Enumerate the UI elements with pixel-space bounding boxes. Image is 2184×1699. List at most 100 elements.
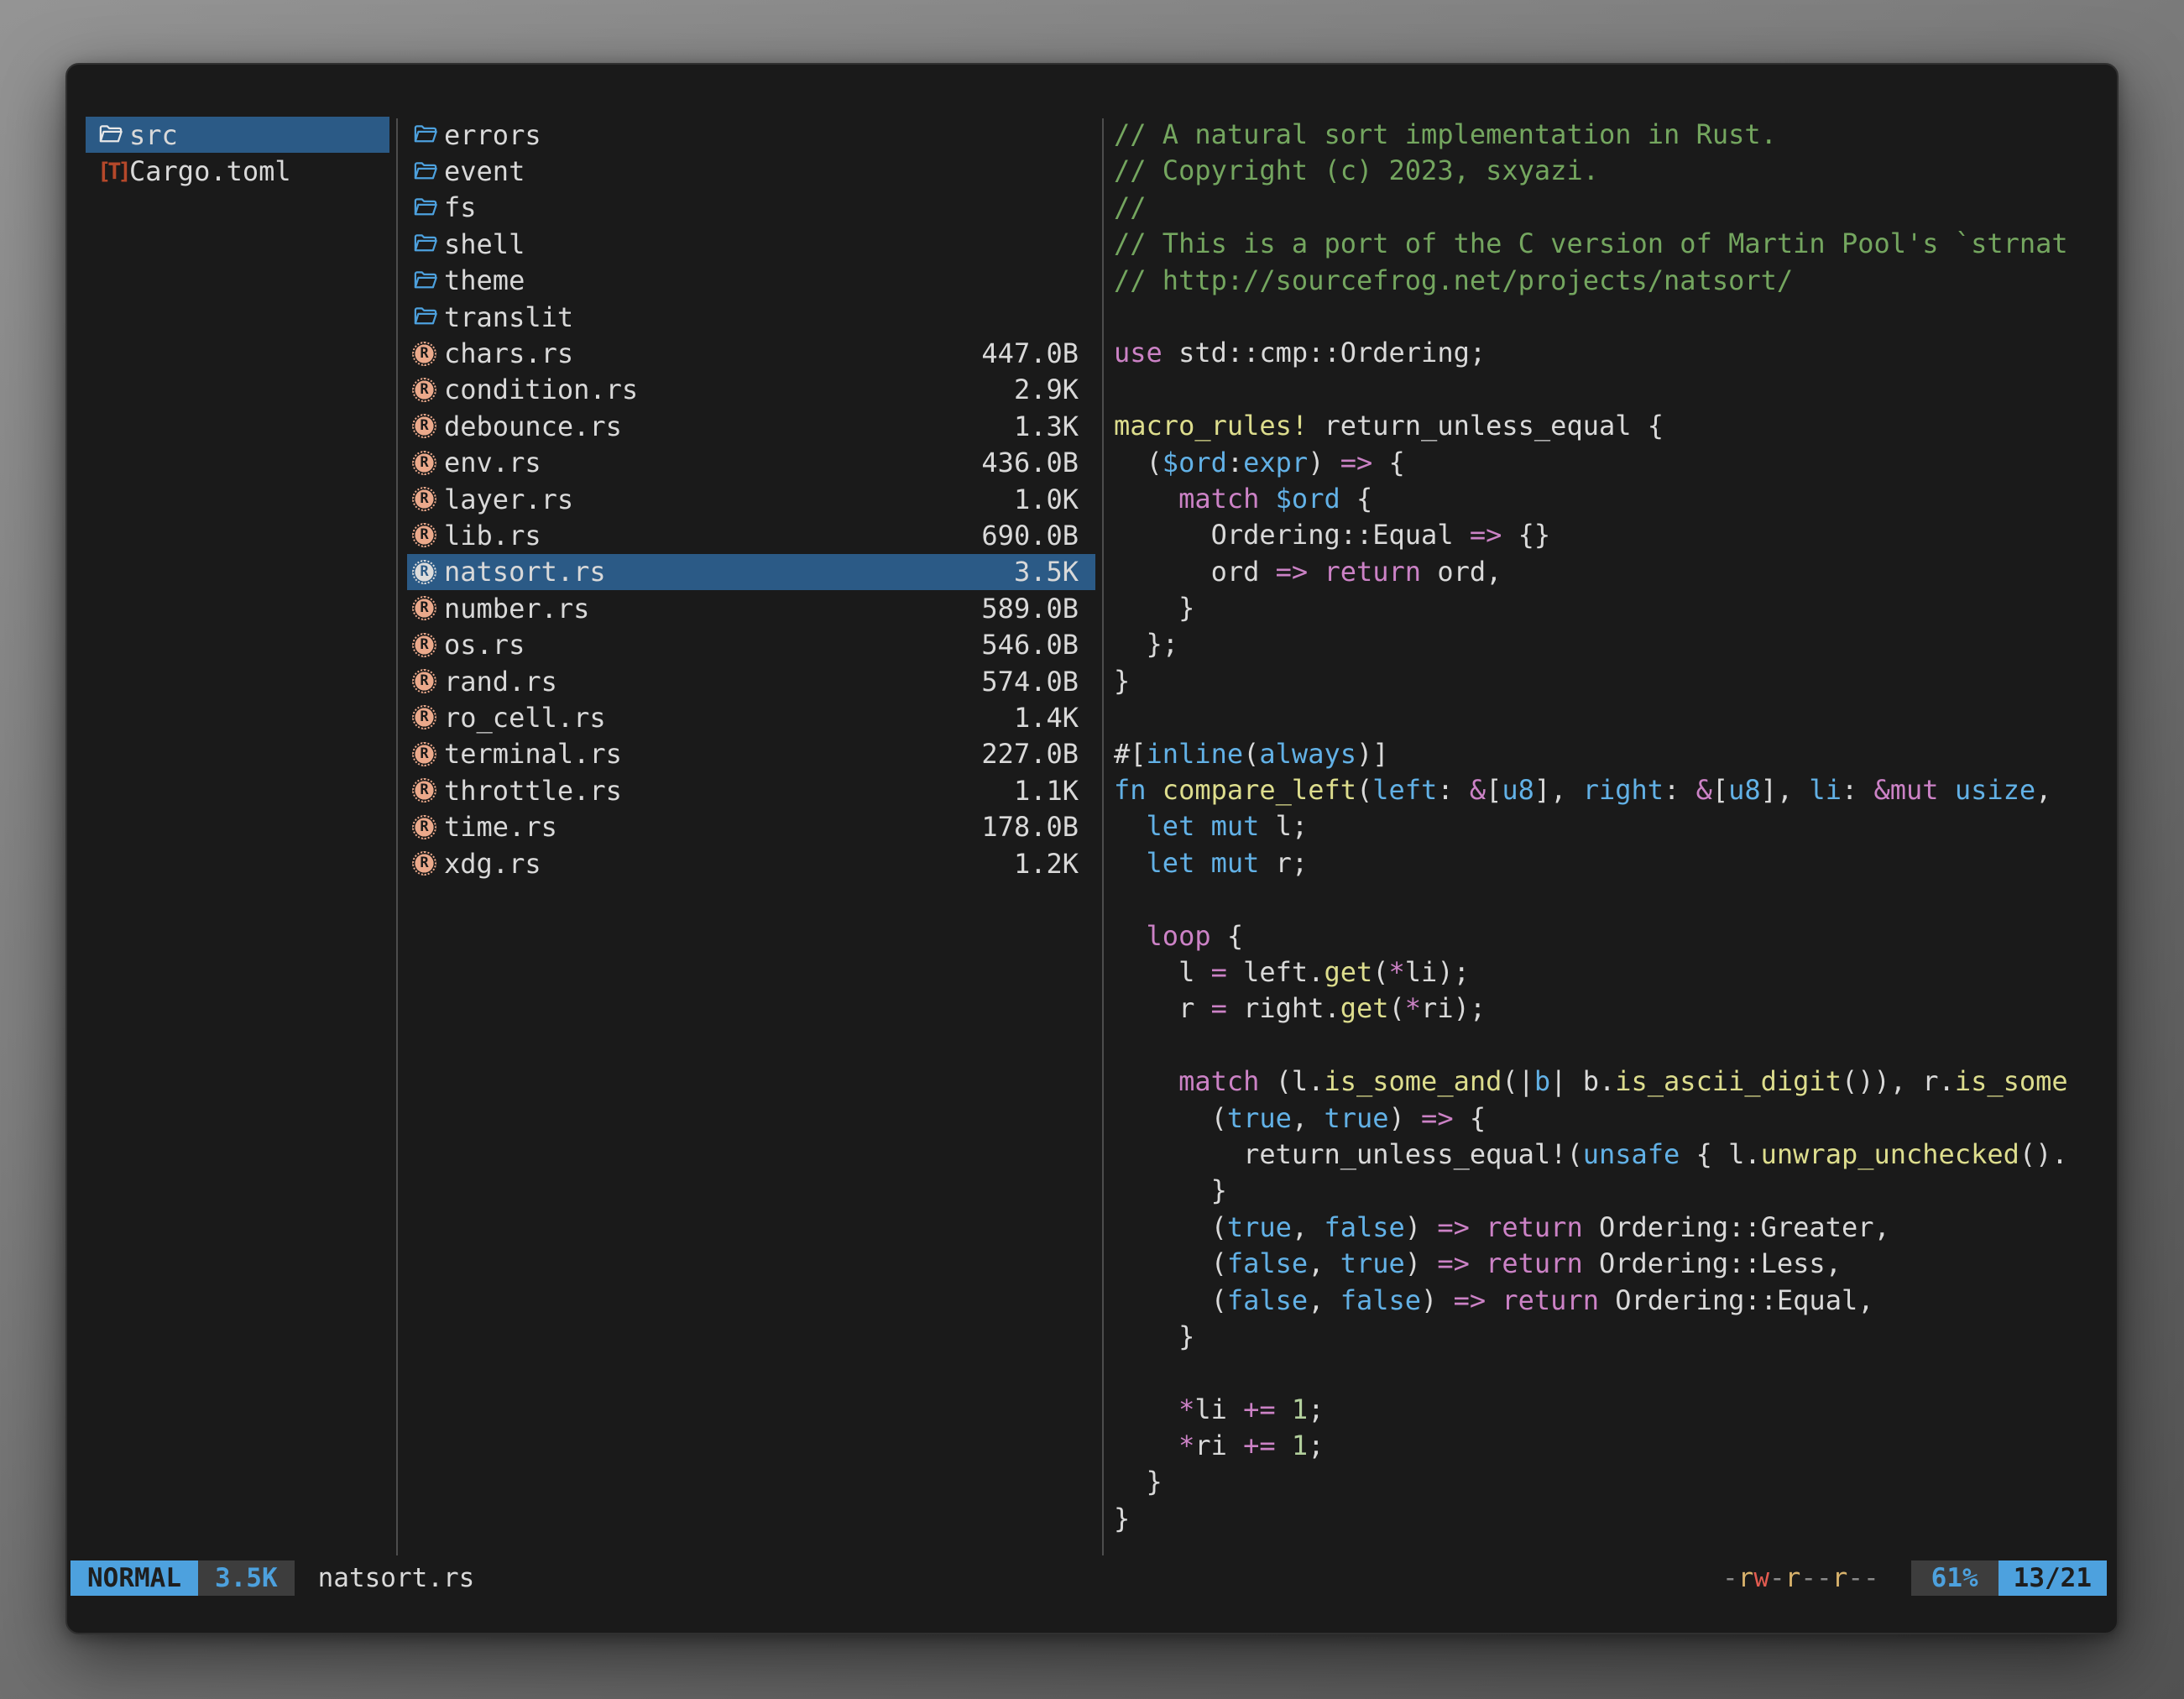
file-row[interactable]: [T]Cargo.toml [86,153,389,189]
code-token: ord, [1421,556,1502,588]
file-row[interactable]: Rchars.rs447.0B [407,335,1095,371]
folder-icon [412,195,444,221]
rust-file-icon: R [412,851,444,876]
code-token: : [1437,774,1470,806]
file-row[interactable]: Rterminal.rs227.0B [407,736,1095,772]
code-line: (false, false) => return Ordering::Equal… [1114,1283,2107,1319]
code-token: : [1842,774,1874,806]
code-token: r [1114,992,1211,1024]
dir-row[interactable]: event [407,153,1095,189]
code-token: $ord [1276,483,1340,515]
code-token: => [1437,1211,1470,1243]
file-name: fs [444,191,477,223]
code-token: => [1437,1247,1470,1279]
code-token: { [1454,1102,1486,1134]
code-token: left [1372,774,1437,806]
code-token: { [1372,447,1405,478]
code-token: loop [1147,920,1211,952]
code-token: }; [1114,628,1178,660]
code-token: ( [1356,774,1372,806]
code-token: ) [1405,1247,1438,1279]
code-token: l [1114,956,1211,988]
open-folder-icon [97,122,123,148]
file-row[interactable]: Rlib.rs690.0B [407,517,1095,553]
dir-row[interactable]: fs [407,190,1095,226]
rust-file-icon: R [412,633,444,657]
code-token: ; [1308,1430,1324,1461]
file-row[interactable]: Ros.rs546.0B [407,626,1095,662]
code-token: => [1340,447,1373,478]
rust-logo-icon: R [412,342,436,366]
code-token: ) [1405,1211,1438,1243]
file-name: env.rs [444,447,541,478]
file-row[interactable]: Renv.rs436.0B [407,445,1095,481]
code-token: let [1147,847,1195,879]
file-name: condition.rs [444,374,638,405]
rust-logo-icon: R [412,596,436,620]
file-row[interactable]: Rrand.rs574.0B [407,663,1095,699]
dir-row[interactable]: errors [407,117,1095,153]
file-row[interactable]: Rlayer.rs1.0K [407,481,1095,517]
file-row[interactable]: Rnumber.rs589.0B [407,590,1095,626]
dir-row[interactable]: theme [407,263,1095,299]
code-token [1276,1393,1292,1425]
code-token: unsafe [1583,1138,1680,1170]
code-line: } [1114,1464,2107,1500]
file-row[interactable]: Rxdg.rs1.2K [407,845,1095,881]
code-token: left. [1227,956,1325,988]
dir-row[interactable]: shell [407,226,1095,262]
rust-logo-icon: R [412,815,436,839]
code-token: => [1421,1102,1454,1134]
code-token: ri); [1421,992,1486,1024]
scroll-percent-badge: 61% [1911,1560,1999,1596]
code-token: return [1486,1211,1583,1243]
code-token [1486,1284,1502,1316]
open-folder-icon [412,231,438,257]
file-row[interactable]: Rthrottle.rs1.1K [407,772,1095,808]
permission-flag: r [1832,1563,1848,1593]
code-token: &mut [1873,774,1938,806]
code-token: ( [1114,1284,1227,1316]
code-line: let mut l; [1114,808,2107,844]
rust-file-icon: R [412,523,444,547]
code-token: ( [1114,1247,1227,1279]
panes-container: src[T]Cargo.toml errorseventfsshelltheme… [71,117,2107,1557]
code-token: false [1227,1247,1308,1279]
code-line: ($ord:expr) => { [1114,445,2107,481]
permission-flag: w [1753,1563,1769,1593]
code-token: ], [1761,774,1810,806]
code-token: fn [1114,774,1147,806]
file-row[interactable]: Rnatsort.rs3.5K [407,554,1095,590]
file-row[interactable]: Rtime.rs178.0B [407,808,1095,844]
code-token: [ [1486,774,1502,806]
toml-file-icon: [T] [97,159,129,185]
code-token: )] [1356,738,1389,770]
file-size: 436.0B [981,447,1079,478]
code-line: (true, true) => { [1114,1100,2107,1137]
file-row[interactable]: Rcondition.rs2.9K [407,372,1095,408]
code-token: u8 [1728,774,1761,806]
code-line: // http://sourcefrog.net/projects/natsor… [1114,263,2107,299]
file-size: 2.9K [1014,374,1079,405]
code-token: Ordering::Less, [1583,1247,1842,1279]
code-token: ( [1114,1211,1227,1243]
code-line: *ri += 1; [1114,1428,2107,1464]
code-line [1114,1355,2107,1391]
dir-row[interactable]: src [86,117,389,153]
code-token: $ord [1163,447,1227,478]
file-size: 178.0B [981,811,1079,843]
cursor-position-badge: 13/21 [1999,1560,2107,1596]
file-name: os.rs [444,629,525,661]
code-token: use [1114,337,1163,369]
file-row[interactable]: Rro_cell.rs1.4K [407,699,1095,735]
code-token: (). [2019,1138,2068,1170]
file-name: throttle.rs [444,775,622,807]
code-token [1259,483,1275,515]
code-token: ) [1389,1102,1422,1134]
folder-icon [412,122,444,148]
code-line: // Copyright (c) 2023, sxyazi. [1114,153,2107,189]
file-permissions: -rw-r--r-- [1722,1560,1879,1596]
file-row[interactable]: Rdebounce.rs1.3K [407,408,1095,444]
code-line: (true, false) => return Ordering::Greate… [1114,1210,2107,1246]
dir-row[interactable]: translit [407,299,1095,335]
